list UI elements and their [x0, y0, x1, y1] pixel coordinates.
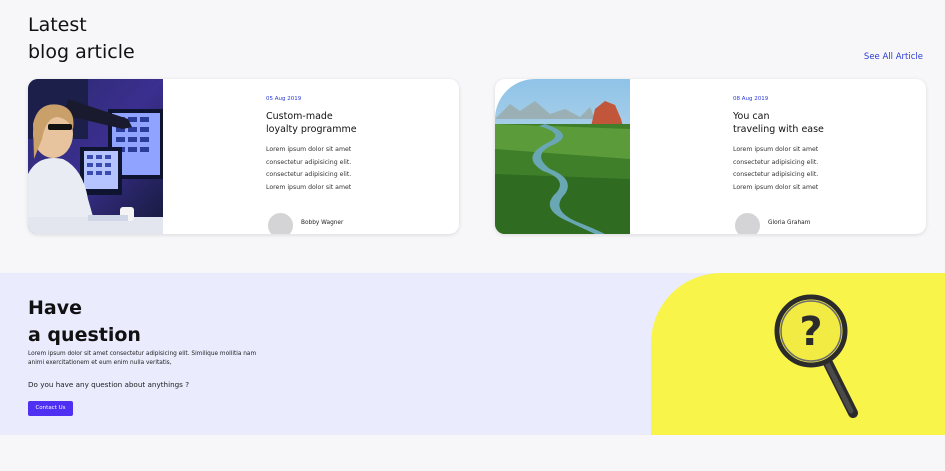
blog-heading-line2: blog article — [28, 41, 135, 63]
blog-card-author: Gloria Graham — [733, 211, 810, 234]
river-landscape-photo — [495, 79, 630, 234]
see-all-articles-link[interactable]: See All Article — [864, 52, 923, 62]
woman-at-computer-photo — [28, 79, 163, 234]
avatar — [733, 211, 762, 234]
author-name: Bobby Wagner — [301, 219, 344, 226]
blog-card[interactable]: 05 Aug 2019 Custom-made loyalty programm… — [28, 79, 459, 234]
blog-card-title[interactable]: You can traveling with ease — [733, 110, 903, 136]
question-heading-line1: Have — [28, 297, 82, 319]
svg-text:?: ? — [799, 309, 822, 355]
blog-card[interactable]: 08 Aug 2019 You can traveling with ease … — [495, 79, 926, 234]
blog-heading-line1: Latest — [28, 14, 87, 36]
blog-card-body: 05 Aug 2019 Custom-made loyalty programm… — [266, 96, 436, 195]
blog-card-date: 08 Aug 2019 — [733, 96, 769, 102]
blog-card-date: 05 Aug 2019 — [266, 96, 302, 102]
question-heading-line2: a question — [28, 324, 141, 346]
blog-heading: Latest blog article — [28, 12, 135, 66]
blog-card-title[interactable]: Custom-made loyalty programme — [266, 110, 436, 136]
blog-card-excerpt: Lorem ipsum dolor sit amet consectetur a… — [266, 146, 352, 192]
author-name: Gloria Graham — [768, 219, 811, 226]
blog-card-body: 08 Aug 2019 You can traveling with ease … — [733, 96, 903, 195]
blog-card-excerpt: Lorem ipsum dolor sit amet consectetur a… — [733, 146, 819, 192]
avatar — [266, 211, 295, 234]
contact-us-button[interactable]: Contact Us — [28, 401, 73, 416]
question-heading: Have a question — [28, 295, 141, 349]
magnifying-glass-question-photo: ? — [651, 273, 945, 435]
question-description: Lorem ipsum dolor sit amet consectetur a… — [28, 351, 257, 366]
blog-card-author: Bobby Wagner — [266, 211, 343, 234]
question-prompt: Do you have any question about anythings… — [28, 380, 190, 389]
question-section: Have a question Lorem ipsum dolor sit am… — [0, 273, 945, 435]
